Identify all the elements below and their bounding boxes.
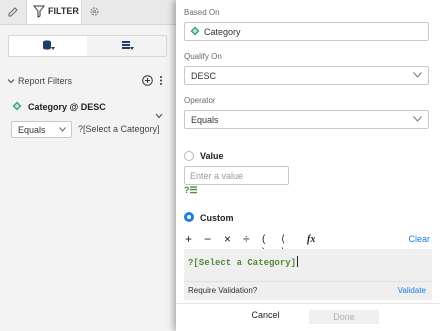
grid-filter-icon (122, 41, 134, 50)
clear-link[interactable]: Clear (408, 234, 430, 244)
based-on-label: Based On (184, 8, 220, 17)
grid-filter-button[interactable] (88, 36, 166, 56)
more-options-icon[interactable] (159, 75, 163, 86)
chevron-down-icon (59, 127, 66, 132)
based-on-value: Category (204, 27, 241, 37)
condition-value[interactable]: ?[Select a Category] (78, 124, 160, 134)
footer-divider (176, 303, 440, 304)
minus-operator-icon[interactable]: − (204, 233, 211, 246)
dataset-filter-button[interactable] (9, 36, 87, 56)
view-toggle (8, 35, 167, 57)
custom-radio-label[interactable]: Custom (200, 213, 234, 223)
validate-link[interactable]: Validate (398, 286, 426, 295)
operator-value: Equals (191, 115, 219, 125)
done-button[interactable]: Done (309, 310, 379, 324)
value-input-placeholder: Enter a value (190, 171, 244, 181)
validation-bar: Require Validation? Validate (184, 281, 432, 300)
attribute-icon (12, 101, 22, 111)
qualify-on-dropdown[interactable]: DESC (184, 66, 429, 85)
custom-radio[interactable] (184, 212, 194, 222)
chevron-down-icon (413, 116, 422, 122)
tab-filter-label: FILTER (48, 6, 79, 16)
chevron-down-icon[interactable] (7, 77, 15, 85)
divide-operator-icon[interactable]: ÷ (243, 233, 250, 246)
value-input[interactable]: Enter a value (184, 166, 289, 185)
qualify-on-value: DESC (191, 71, 217, 81)
value-radio-label[interactable]: Value (200, 151, 224, 161)
chevron-down-icon[interactable] (155, 113, 163, 119)
function-icon[interactable]: fx (307, 233, 315, 246)
text-caret (297, 256, 299, 267)
multiply-operator-icon[interactable]: × (224, 233, 231, 246)
expression-editor[interactable]: ?[Select a Category] (184, 249, 432, 281)
filter-panel: FILTER Report Filters Category @ DESC Eq… (0, 0, 176, 331)
expression-text: ?[Select a Category] (188, 256, 299, 268)
report-filters-heading: Report Filters (18, 76, 73, 86)
plus-operator-icon[interactable]: + (185, 233, 192, 246)
filter-condition-name[interactable]: Category @ DESC (28, 102, 106, 112)
filter-icon (33, 5, 45, 18)
require-validation-label: Require Validation? (188, 286, 258, 295)
gear-icon[interactable] (88, 5, 101, 18)
cancel-button[interactable]: Cancel (238, 310, 293, 324)
operator-label: Operator (184, 96, 216, 105)
operator-dropdown[interactable]: Equals (184, 110, 429, 129)
attribute-icon (190, 26, 200, 36)
pencil-icon[interactable] (6, 5, 20, 19)
prompt-icon[interactable]: ?☰ (184, 185, 198, 196)
filter-editor-dialog: Based On Category Qualify On DESC Operat… (176, 0, 440, 331)
based-on-field[interactable]: Category (184, 22, 429, 41)
tab-filter[interactable]: FILTER (26, 0, 82, 24)
qualify-on-label: Qualify On (184, 52, 222, 61)
condition-operator-value: Equals (18, 125, 46, 135)
condition-operator-dropdown[interactable]: Equals (11, 121, 72, 138)
add-filter-icon[interactable] (142, 75, 153, 86)
chevron-down-icon (413, 72, 422, 78)
value-radio[interactable] (184, 151, 194, 161)
database-filter-icon (43, 40, 55, 50)
panel-tabs: FILTER (0, 0, 176, 25)
